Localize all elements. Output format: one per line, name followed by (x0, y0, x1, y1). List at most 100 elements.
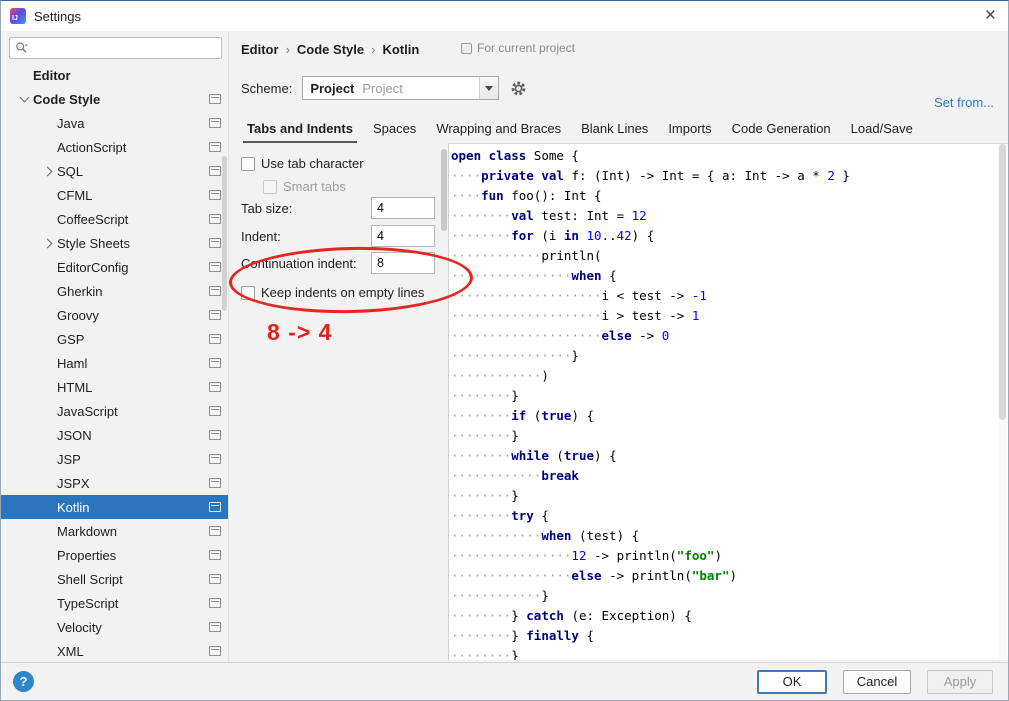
current-project-icon (461, 42, 472, 54)
sidebar-item-coffeescript[interactable]: CoffeeScript (1, 207, 228, 231)
whitespace-dots: ········ (451, 448, 512, 463)
sidebar-item-markdown[interactable]: Markdown (1, 519, 228, 543)
tab-blank-lines[interactable]: Blank Lines (571, 115, 658, 143)
arrow-spacer (39, 423, 57, 447)
sidebar-item-javascript[interactable]: JavaScript (1, 399, 228, 423)
breadcrumb-code-style[interactable]: Code Style (297, 42, 364, 57)
chevron-right-icon[interactable] (39, 159, 57, 183)
tab-load-save[interactable]: Load/Save (841, 115, 923, 143)
sidebar-item-editorconfig[interactable]: EditorConfig (1, 255, 228, 279)
code-line: ····················i > test -> 1 (451, 308, 700, 323)
tab-size-input[interactable] (371, 197, 435, 219)
sidebar-item-jspx[interactable]: JSPX (1, 471, 228, 495)
tab-tabs-and-indents[interactable]: Tabs and Indents (237, 115, 363, 143)
sidebar-item-code-style[interactable]: Code Style (1, 87, 228, 111)
gear-icon[interactable] (509, 79, 527, 97)
close-icon[interactable]: × (985, 4, 996, 28)
arrow-spacer (39, 399, 57, 423)
code-preview: open class Some {····private val f: (Int… (448, 143, 1008, 660)
set-from-link[interactable]: Set from... (934, 95, 994, 110)
settings-page-icon (209, 454, 221, 464)
sidebar-item-gsp[interactable]: GSP (1, 327, 228, 351)
settings-search-input[interactable] (33, 41, 221, 55)
form-scrollbar[interactable] (441, 149, 447, 231)
indent-input[interactable] (371, 225, 435, 247)
arrow-spacer (39, 111, 57, 135)
arrow-spacer (39, 183, 57, 207)
sidebar-item-typescript[interactable]: TypeScript (1, 591, 228, 615)
sidebar-item-haml[interactable]: Haml (1, 351, 228, 375)
settings-page-icon (209, 598, 221, 608)
sidebar-item-label: Editor (33, 67, 71, 83)
tab-spaces[interactable]: Spaces (363, 115, 426, 143)
code-line: ····fun foo(): Int { (451, 188, 602, 203)
sidebar-item-label: CoffeeScript (57, 211, 129, 227)
code-line: ········} (451, 646, 1008, 660)
sidebar-item-label: Shell Script (57, 571, 123, 587)
sidebar-item-groovy[interactable]: Groovy (1, 303, 228, 327)
sidebar-item-label: JSON (57, 427, 92, 443)
continuation-indent-label: Continuation indent: (241, 256, 357, 271)
code-line: ········for (i in 10..42) { (451, 228, 655, 243)
tab-wrapping-and-braces[interactable]: Wrapping and Braces (426, 115, 571, 143)
breadcrumb-kotlin[interactable]: Kotlin (382, 42, 419, 57)
sidebar-scrollbar[interactable] (222, 156, 227, 311)
ok-button[interactable]: OK (757, 669, 827, 694)
chevron-right-icon[interactable] (39, 231, 57, 255)
settings-sidebar: Editor Code Style Java ActionScript SQL CFML C… (1, 31, 229, 662)
sidebar-item-label: Kotlin (57, 499, 90, 515)
use-tab-character-checkbox[interactable] (241, 156, 255, 171)
keep-indents-row[interactable]: Keep indents on empty lines (241, 285, 424, 300)
arrow-spacer (39, 351, 57, 375)
sidebar-item-kotlin[interactable]: Kotlin (1, 495, 228, 519)
sidebar-item-cfml[interactable]: CFML (1, 183, 228, 207)
sidebar-item-xml[interactable]: XML (1, 639, 228, 662)
help-button[interactable]: ? (13, 671, 34, 692)
whitespace-dots: ········ (451, 628, 512, 643)
dropdown-arrow-icon[interactable] (479, 77, 499, 99)
sidebar-item-label: Java (57, 115, 85, 131)
sidebar-item-properties[interactable]: Properties (1, 543, 228, 567)
breadcrumb-editor[interactable]: Editor (241, 42, 279, 57)
settings-page-icon (209, 214, 221, 224)
sidebar-item-jsp[interactable]: JSP (1, 447, 228, 471)
whitespace-dots: ············ (451, 528, 542, 543)
scheme-label: Scheme: (241, 80, 293, 96)
settings-page-icon (209, 334, 221, 344)
dialog-footer: ? OK Cancel Apply (1, 662, 1008, 700)
preview-scrollbar[interactable] (998, 144, 1007, 659)
sidebar-item-shell-script[interactable]: Shell Script (1, 567, 228, 591)
current-project-note: For current project (461, 41, 575, 55)
sidebar-item-json[interactable]: JSON (1, 423, 228, 447)
settings-page-icon (209, 478, 221, 488)
search-icon (15, 41, 29, 55)
tab-code-generation[interactable]: Code Generation (722, 115, 841, 143)
code-line: ········if (true) { (451, 408, 595, 423)
arrow-spacer (39, 303, 57, 327)
continuation-indent-input[interactable] (371, 252, 435, 274)
cancel-button[interactable]: Cancel (843, 669, 911, 694)
use-tab-character-row[interactable]: Use tab character (241, 156, 364, 171)
settings-page-icon (209, 526, 221, 536)
smart-tabs-checkbox (263, 179, 277, 194)
breadcrumb-separator: › (371, 41, 376, 57)
search-box[interactable] (9, 37, 222, 59)
sidebar-item-html[interactable]: HTML (1, 375, 228, 399)
keep-indents-checkbox[interactable] (241, 285, 255, 300)
sidebar-item-velocity[interactable]: Velocity (1, 615, 228, 639)
sidebar-item-label: Markdown (57, 523, 117, 539)
sidebar-item-label: Style Sheets (57, 235, 130, 251)
scheme-dropdown[interactable]: Project Project (302, 76, 500, 100)
sidebar-item-sql[interactable]: SQL (1, 159, 228, 183)
sidebar-item-style-sheets[interactable]: Style Sheets (1, 231, 228, 255)
chevron-down-icon[interactable] (15, 87, 33, 111)
sidebar-item-java[interactable]: Java (1, 111, 228, 135)
arrow-spacer (39, 639, 57, 662)
smart-tabs-row: Smart tabs (263, 179, 346, 194)
sidebar-item-gherkin[interactable]: Gherkin (1, 279, 228, 303)
settings-page-icon (209, 502, 221, 512)
sidebar-item-actionscript[interactable]: ActionScript (1, 135, 228, 159)
sidebar-item-editor[interactable]: Editor (1, 63, 228, 87)
tab-imports[interactable]: Imports (658, 115, 721, 143)
sidebar-item-label: ActionScript (57, 139, 127, 155)
